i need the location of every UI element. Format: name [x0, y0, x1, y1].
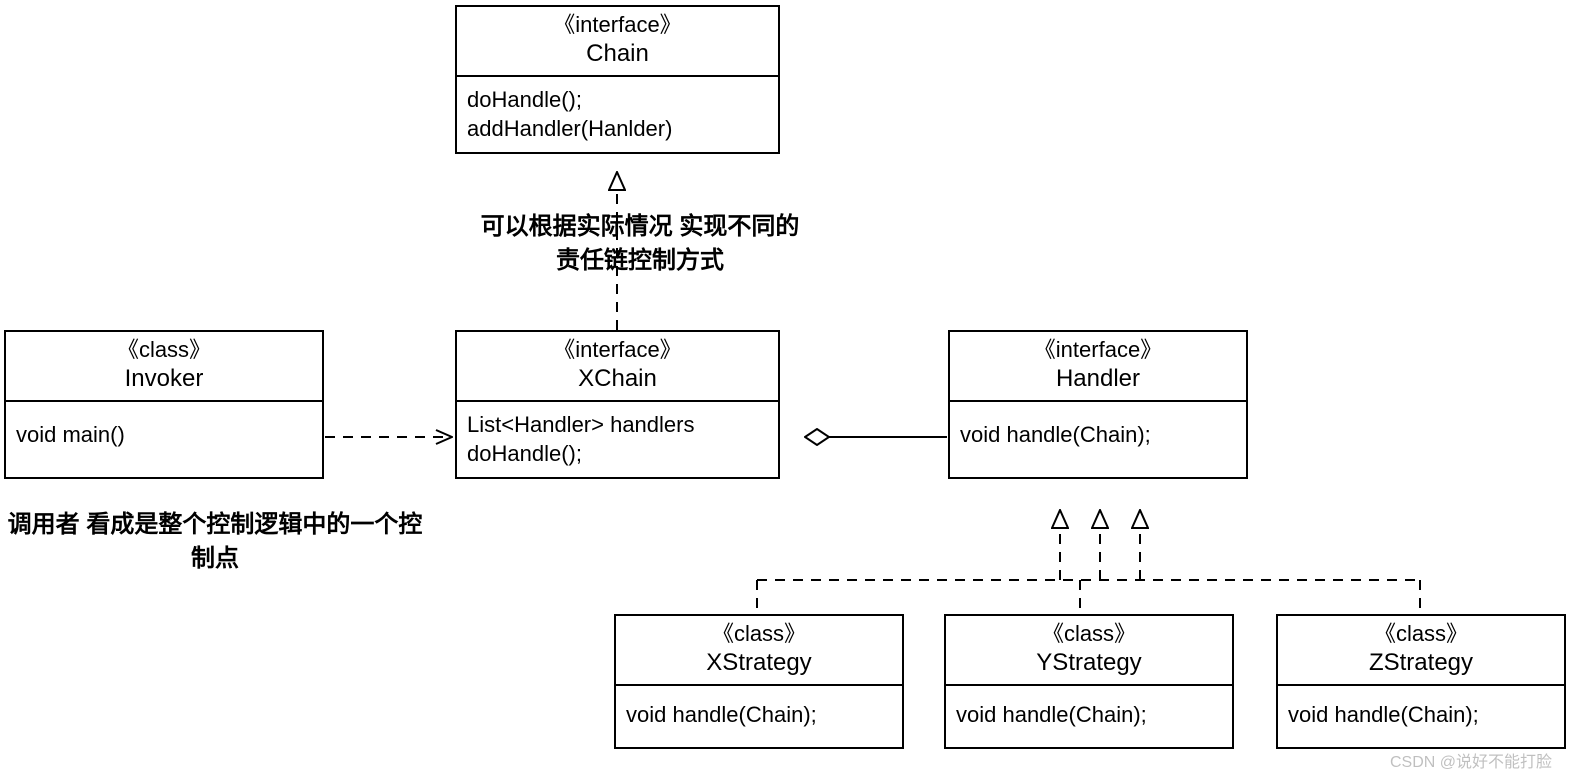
uml-zstrategy: 《class》 ZStrategy void handle(Chain); [1276, 614, 1566, 749]
uml-xstrategy: 《class》 XStrategy void handle(Chain); [614, 614, 904, 749]
uml-zstrategy-head: 《class》 ZStrategy [1278, 616, 1564, 686]
uml-invoker-body: void main() [6, 402, 322, 478]
note-invoker: 调用者 看成是整个控制逻辑中的一个控制点 [0, 508, 430, 575]
uml-ystrategy-body: void handle(Chain); [946, 686, 1232, 748]
uml-ystrategy-name: YStrategy [952, 648, 1226, 678]
uml-zstrategy-name: ZStrategy [1284, 648, 1558, 678]
uml-ystrategy-stereo: 《class》 [952, 620, 1226, 648]
uml-handler-stereo: 《interface》 [956, 336, 1240, 364]
uml-xchain-name: XChain [463, 364, 772, 394]
uml-xstrategy-name: XStrategy [622, 648, 896, 678]
uml-handler: 《interface》 Handler void handle(Chain); [948, 330, 1248, 479]
uml-invoker-stereo: 《class》 [12, 336, 316, 364]
uml-handler-body: void handle(Chain); [950, 402, 1246, 478]
uml-invoker-head: 《class》 Invoker [6, 332, 322, 402]
uml-handler-name: Handler [956, 364, 1240, 394]
uml-invoker: 《class》 Invoker void main() [4, 330, 324, 479]
uml-chain-stereo: 《interface》 [463, 11, 772, 39]
uml-chain-name: Chain [463, 39, 772, 69]
uml-xchain: 《interface》 XChain List<Handler> handler… [455, 330, 780, 479]
uml-invoker-name: Invoker [12, 364, 316, 394]
uml-ystrategy-head: 《class》 YStrategy [946, 616, 1232, 686]
uml-xstrategy-body: void handle(Chain); [616, 686, 902, 748]
uml-chain-body: doHandle(); addHandler(Hanlder) [457, 77, 778, 152]
uml-ystrategy: 《class》 YStrategy void handle(Chain); [944, 614, 1234, 749]
uml-xstrategy-stereo: 《class》 [622, 620, 896, 648]
uml-chain-head: 《interface》 Chain [457, 7, 778, 77]
watermark: CSDN @说好不能打脸 [1390, 748, 1552, 772]
uml-xchain-body: List<Handler> handlers doHandle(); [457, 402, 778, 477]
note-chain: 可以根据实际情况 实现不同的责任链控制方式 [470, 210, 810, 277]
uml-zstrategy-stereo: 《class》 [1284, 620, 1558, 648]
uml-xstrategy-head: 《class》 XStrategy [616, 616, 902, 686]
uml-zstrategy-body: void handle(Chain); [1278, 686, 1564, 748]
uml-handler-head: 《interface》 Handler [950, 332, 1246, 402]
uml-xchain-head: 《interface》 XChain [457, 332, 778, 402]
uml-xchain-stereo: 《interface》 [463, 336, 772, 364]
uml-chain: 《interface》 Chain doHandle(); addHandler… [455, 5, 780, 154]
